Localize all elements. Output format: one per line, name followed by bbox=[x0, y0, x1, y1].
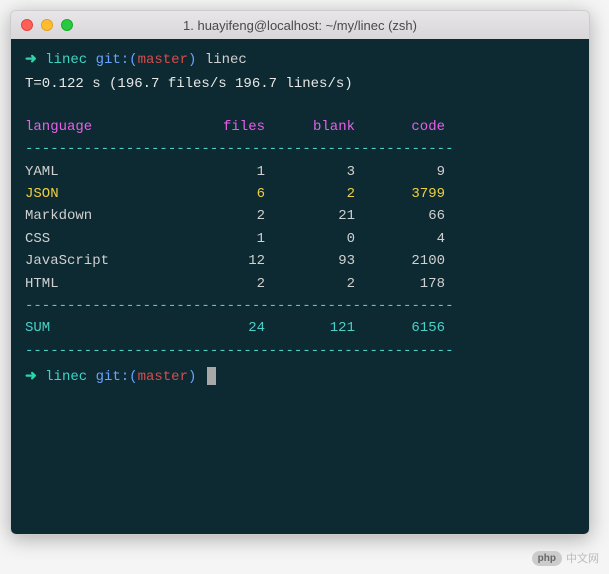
git-branch: master bbox=[138, 369, 188, 385]
cell-blank: 3 bbox=[265, 161, 355, 183]
cell-files: 6 bbox=[185, 183, 265, 205]
cell-code: 4 bbox=[355, 228, 445, 250]
prompt-dir: linec bbox=[45, 369, 87, 385]
php-badge: php bbox=[532, 551, 562, 566]
divider: ----------------------------------------… bbox=[25, 138, 575, 160]
cell-blank: 21 bbox=[265, 205, 355, 227]
terminal-window: 1. huayifeng@localhost: ~/my/linec (zsh)… bbox=[10, 10, 590, 535]
sum-blank: 121 bbox=[265, 317, 355, 339]
sum-files: 24 bbox=[185, 317, 265, 339]
cell-code: 9 bbox=[355, 161, 445, 183]
arrow-icon: ➜ bbox=[25, 369, 37, 385]
table-row: JavaScript12932100 bbox=[25, 250, 575, 272]
sum-label: SUM bbox=[25, 317, 185, 339]
cell-blank: 0 bbox=[265, 228, 355, 250]
header-blank: blank bbox=[265, 116, 355, 138]
table-row: YAML139 bbox=[25, 161, 575, 183]
git-branch: master bbox=[138, 52, 188, 68]
divider: ----------------------------------------… bbox=[25, 340, 575, 362]
header-language: language bbox=[25, 116, 185, 138]
cell-language: JavaScript bbox=[25, 250, 185, 272]
minimize-icon[interactable] bbox=[41, 19, 53, 31]
git-label: git:( bbox=[96, 369, 138, 385]
git-close: ) bbox=[188, 369, 196, 385]
cursor-icon bbox=[207, 367, 216, 385]
git-label: git:( bbox=[96, 52, 138, 68]
cell-files: 1 bbox=[185, 228, 265, 250]
sum-row: SUM 24 121 6156 bbox=[25, 317, 575, 339]
timing-output: T=0.122 s (196.7 files/s 196.7 lines/s) bbox=[25, 73, 575, 95]
command: linec bbox=[205, 52, 247, 68]
cell-files: 1 bbox=[185, 161, 265, 183]
git-close: ) bbox=[188, 52, 196, 68]
cell-code: 2100 bbox=[355, 250, 445, 272]
table-row: Markdown22166 bbox=[25, 205, 575, 227]
window-title: 1. huayifeng@localhost: ~/my/linec (zsh) bbox=[183, 18, 417, 33]
header-files: files bbox=[185, 116, 265, 138]
sum-code: 6156 bbox=[355, 317, 445, 339]
header-code: code bbox=[355, 116, 445, 138]
divider: ----------------------------------------… bbox=[25, 295, 575, 317]
cell-files: 12 bbox=[185, 250, 265, 272]
cell-language: Markdown bbox=[25, 205, 185, 227]
prompt-dir: linec bbox=[45, 52, 87, 68]
table-header: language files blank code bbox=[25, 116, 575, 138]
titlebar[interactable]: 1. huayifeng@localhost: ~/my/linec (zsh) bbox=[11, 11, 589, 39]
cell-language: YAML bbox=[25, 161, 185, 183]
cell-blank: 2 bbox=[265, 273, 355, 295]
close-icon[interactable] bbox=[21, 19, 33, 31]
cell-blank: 93 bbox=[265, 250, 355, 272]
traffic-lights bbox=[21, 19, 73, 31]
prompt-line-2: ➜ linec git:(master) bbox=[25, 366, 575, 388]
cell-language: HTML bbox=[25, 273, 185, 295]
cell-code: 66 bbox=[355, 205, 445, 227]
cell-files: 2 bbox=[185, 273, 265, 295]
terminal-body[interactable]: ➜ linec git:(master) linec T=0.122 s (19… bbox=[11, 39, 589, 534]
arrow-icon: ➜ bbox=[25, 52, 37, 68]
cell-files: 2 bbox=[185, 205, 265, 227]
table-row: HTML22178 bbox=[25, 273, 575, 295]
cell-code: 178 bbox=[355, 273, 445, 295]
cell-language: CSS bbox=[25, 228, 185, 250]
table-row: CSS104 bbox=[25, 228, 575, 250]
table-row: JSON623799 bbox=[25, 183, 575, 205]
maximize-icon[interactable] bbox=[61, 19, 73, 31]
cell-code: 3799 bbox=[355, 183, 445, 205]
cell-language: JSON bbox=[25, 183, 185, 205]
cell-blank: 2 bbox=[265, 183, 355, 205]
prompt-line-1: ➜ linec git:(master) linec bbox=[25, 49, 575, 71]
